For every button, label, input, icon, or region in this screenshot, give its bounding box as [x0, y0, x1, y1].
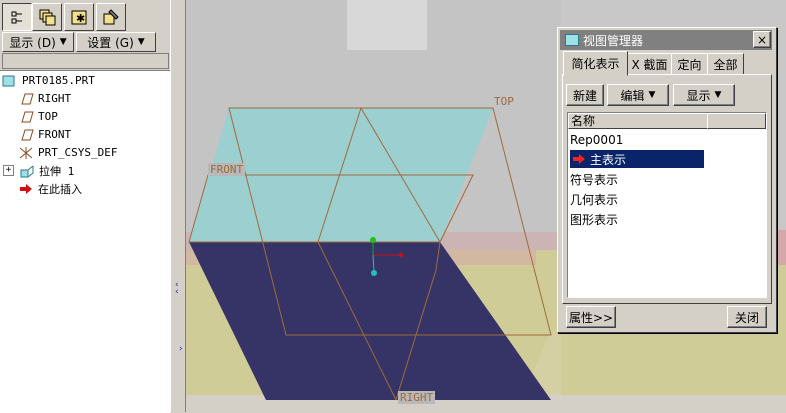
tree-item-part[interactable]: PRT0185.PRT	[2, 72, 95, 89]
dialog-title-bar[interactable]: 视图管理器	[560, 30, 772, 50]
datum-plane-icon	[18, 128, 34, 142]
list-column-header[interactable]: 名称	[568, 113, 708, 129]
dialog-title: 视图管理器	[583, 33, 644, 48]
new-button-label: 新建	[572, 88, 597, 103]
edit-button-label: 编辑	[620, 88, 645, 103]
tree-item-csys[interactable]: PRT_CSYS_DEF	[18, 144, 117, 161]
list-item[interactable]: Rep0001	[570, 131, 623, 149]
collapse-left-icon[interactable]: ‹ ‹	[175, 281, 179, 297]
tab-x-section[interactable]: X 截面	[627, 53, 672, 75]
csys-icon	[18, 146, 34, 160]
datum-plane-icon	[18, 110, 34, 124]
model-tree: PRT0185.PRT RIGHT TOP FRONT PRT_CSYS_DEF…	[0, 70, 170, 413]
panel-splitter[interactable]: ‹ ‹ ›	[170, 0, 186, 412]
list-header-label: 名称	[571, 114, 596, 128]
list-item[interactable]: 图形表示	[570, 210, 618, 228]
display-menu-button[interactable]: 显示 (D) ▼	[2, 32, 74, 52]
front-datum-label: FRONT	[208, 163, 246, 176]
settings-menu-label: 设置 (G)	[87, 35, 134, 50]
tree-item-label: PRT_CSYS_DEF	[38, 146, 118, 159]
chevron-down-icon: ▼	[137, 37, 145, 47]
insert-arrow-icon	[18, 182, 34, 196]
favorites-button[interactable]: ✱	[64, 3, 94, 31]
list-item-label: 几何表示	[570, 192, 619, 207]
tab-simplified-rep[interactable]: 简化表示	[563, 51, 628, 76]
list-column-header-2[interactable]	[707, 113, 766, 129]
chevron-down-icon: ▼	[59, 37, 67, 47]
layers-button[interactable]	[32, 3, 62, 31]
tree-item-label: PRT0185.PRT	[22, 74, 95, 87]
close-button[interactable]: 关闭	[727, 306, 767, 328]
tab-label: 定向	[677, 57, 702, 72]
tree-item-insert-here[interactable]: 在此插入	[18, 180, 82, 197]
chevron-down-icon: ▼	[714, 90, 722, 100]
tree-item-label: RIGHT	[38, 92, 72, 105]
expand-toggle[interactable]: +	[3, 165, 14, 176]
settings-star-icon: ✱	[71, 10, 87, 25]
dialog-close-button[interactable]: ×	[753, 31, 771, 48]
tab-orient[interactable]: 定向	[671, 53, 708, 75]
properties-button-label: 属性>>	[568, 310, 614, 325]
tab-label: 简化表示	[571, 57, 620, 71]
expand-right-icon[interactable]: ›	[179, 344, 183, 354]
settings-menu-button[interactable]: 设置 (G) ▼	[76, 32, 156, 52]
tab-all[interactable]: 全部	[707, 53, 744, 75]
tree-icon	[11, 11, 22, 24]
tree-item-extrude[interactable]: + 拉伸 1	[3, 162, 74, 179]
view-manager-dialog: 视图管理器 × 简化表示 X 截面 定向 全部 新建 编辑 ▼ 显示 ▼ 名称 Re…	[557, 27, 777, 333]
tree-item-label: FRONT	[38, 128, 72, 141]
part-icon	[2, 74, 18, 88]
tools-icon	[103, 9, 119, 25]
show-menu-button[interactable]: 显示 ▼	[673, 84, 735, 106]
svg-text:✱: ✱	[76, 12, 85, 25]
close-icon: ×	[756, 32, 768, 47]
tree-column-header	[2, 53, 169, 69]
properties-button[interactable]: 属性>>	[566, 306, 616, 328]
list-item-label: Rep0001	[570, 133, 624, 147]
representation-list[interactable]: 名称 Rep0001 主表示 符号表示 几何表示 图形表示	[567, 112, 767, 298]
list-item[interactable]: 符号表示	[570, 170, 618, 188]
extrude-icon	[19, 164, 35, 178]
view-manager-icon	[565, 34, 579, 46]
tree-item-label: 在此插入	[38, 182, 82, 196]
right-datum-label: RIGHT	[398, 391, 436, 404]
show-button-label: 显示	[686, 88, 711, 103]
chevron-down-icon: ▼	[648, 90, 656, 100]
tab-label: X 截面	[631, 57, 668, 72]
tree-item-top[interactable]: TOP	[18, 108, 58, 125]
tools-button[interactable]	[96, 3, 126, 31]
list-item-selected[interactable]: 主表示	[570, 150, 704, 168]
new-button[interactable]: 新建	[566, 84, 604, 106]
tree-item-front[interactable]: FRONT	[18, 126, 71, 143]
tree-view-button[interactable]	[2, 3, 32, 31]
active-arrow-icon	[573, 154, 585, 164]
top-datum-label: TOP	[494, 95, 514, 108]
tab-label: 全部	[713, 57, 738, 72]
list-item-label: 图形表示	[570, 212, 619, 227]
display-menu-label: 显示 (D)	[9, 35, 56, 50]
edit-menu-button[interactable]: 编辑 ▼	[607, 84, 669, 106]
model-tree-panel: ✱ 显示 (D) ▼ 设置 (G) ▼ PRT0185.PRT RIGHT TOP …	[0, 0, 171, 413]
tree-item-label: TOP	[38, 110, 58, 123]
list-item-label: 符号表示	[570, 172, 619, 187]
layers-icon	[39, 9, 56, 26]
tree-item-label: 拉伸 1	[39, 164, 75, 178]
tree-item-right[interactable]: RIGHT	[18, 90, 71, 107]
close-button-label: 关闭	[734, 310, 759, 325]
datum-plane-icon	[18, 92, 34, 106]
list-item[interactable]: 几何表示	[570, 190, 618, 208]
list-item-label: 主表示	[590, 152, 627, 167]
